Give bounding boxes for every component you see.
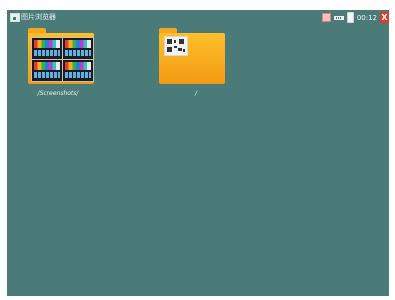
folder-qr-icon (159, 28, 225, 84)
image-browser-screen: 图片浏览器 00:12 X /Screenshots/ / (7, 10, 389, 296)
thumbnail-image (31, 37, 63, 60)
printer-icon (321, 13, 331, 22)
app-title: 图片浏览器 (21, 13, 56, 21)
image-app-icon (10, 13, 20, 22)
folder-label: /Screenshots/ (37, 90, 79, 97)
battery-icon (346, 12, 354, 23)
folder-thumbnails-icon (28, 28, 94, 84)
clock-time: 00:12 (356, 13, 377, 22)
folder-root[interactable]: / (154, 28, 232, 97)
folder-label: / (194, 90, 198, 97)
folder-screenshots[interactable]: /Screenshots/ (23, 28, 113, 97)
thumbnail-image (31, 59, 63, 82)
status-bar: 图片浏览器 00:12 X (7, 10, 389, 25)
close-button[interactable]: X (380, 12, 389, 23)
thumbnail-image (62, 59, 94, 82)
status-indicators: 00:12 X (321, 11, 389, 24)
ethernet-icon (333, 15, 344, 21)
thumbnail-image (62, 37, 94, 60)
qr-code-icon (164, 36, 188, 56)
